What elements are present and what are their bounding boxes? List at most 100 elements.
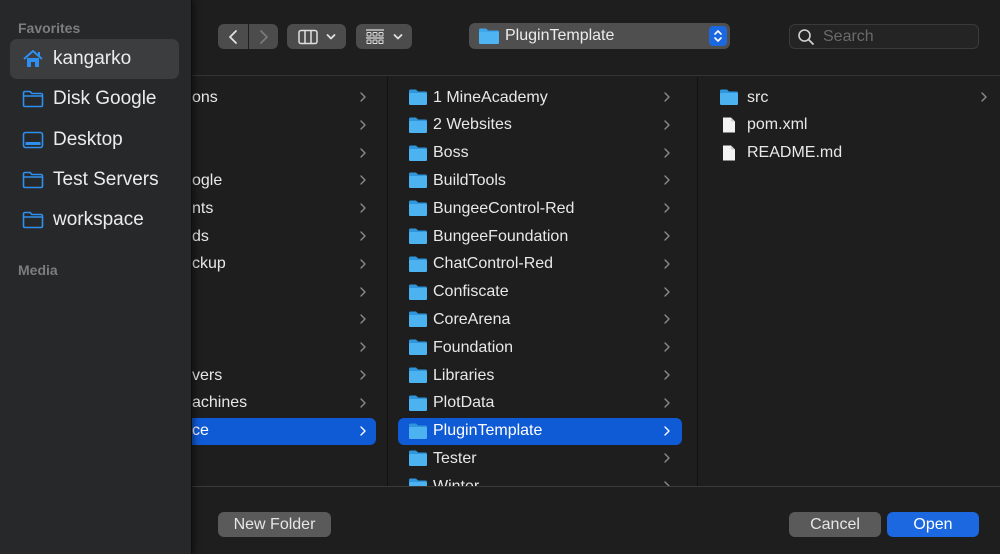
forward-button[interactable] (249, 24, 278, 49)
folder-row[interactable]: ons (192, 84, 376, 111)
chevron-right-icon (360, 203, 366, 213)
folder-row[interactable]: achines (192, 390, 376, 417)
search-icon (798, 28, 814, 45)
row-label: ds (192, 227, 209, 245)
folder-icon (409, 367, 427, 383)
folder-icon (720, 89, 738, 105)
column-browser: ons ogle nts ds ckup vers achines ce 1 MineAcad… (192, 77, 1000, 486)
new-folder-button[interactable]: New Folder (218, 512, 331, 537)
row-label: Confiscate (433, 283, 509, 301)
folder-icon (409, 200, 427, 217)
row-label: BungeeFoundation (433, 227, 569, 245)
chevron-right-icon (360, 370, 366, 380)
folder-row[interactable] (192, 334, 376, 361)
folder-icon (409, 423, 427, 439)
row-label: README.md (747, 144, 843, 162)
row-label: PlotData (433, 394, 495, 412)
folder-row[interactable] (192, 112, 376, 139)
folder-row[interactable] (192, 140, 376, 167)
folder-row[interactable]: 1 MineAcademy (398, 84, 682, 111)
column-2[interactable]: 1 MineAcademy 2 Websites Boss BuildTools Bun… (389, 77, 698, 486)
file-icon (723, 117, 735, 133)
folder-row[interactable]: CoreArena (398, 306, 682, 333)
folder-row[interactable]: BuildTools (398, 167, 682, 194)
sidebar-item-label: workspace (53, 209, 144, 230)
chevron-right-icon (664, 370, 670, 380)
column-1[interactable]: ons ogle nts ds ckup vers achines ce (192, 77, 388, 486)
folder-icon (22, 171, 44, 189)
chevron-right-icon (360, 342, 366, 352)
folder-row[interactable]: nts (192, 195, 376, 222)
chevron-right-icon (360, 286, 366, 297)
folder-row[interactable]: vers (192, 362, 376, 389)
chevron-left-icon (229, 29, 237, 44)
folder-row[interactable]: 2 Websites (398, 112, 682, 139)
chevron-right-icon (360, 120, 366, 130)
chevron-right-icon (360, 314, 366, 325)
row-label: Winter (433, 478, 479, 486)
sidebar-item-label: kangarko (53, 48, 132, 69)
folder-row[interactable]: PluginTemplate (398, 417, 682, 445)
sidebar-item-workspace[interactable]: workspace (10, 200, 179, 240)
view-mode-button[interactable] (287, 24, 346, 49)
folder-row[interactable]: Tester (398, 445, 682, 472)
folder-row[interactable] (192, 306, 376, 333)
sidebar-item-disk-google[interactable]: Disk Google (10, 79, 179, 119)
folder-row[interactable]: Winter (398, 473, 682, 486)
grid-group-icon (366, 28, 384, 44)
open-button[interactable]: Open (887, 512, 979, 537)
folder-icon (409, 228, 427, 244)
row-label: ChatControl-Red (433, 255, 554, 273)
folder-row[interactable] (192, 279, 376, 306)
folder-row[interactable]: Libraries (398, 362, 682, 389)
file-row[interactable]: README.md (710, 140, 995, 167)
folder-row[interactable]: ogle (192, 167, 376, 194)
chevron-right-icon (360, 259, 366, 269)
folder-row[interactable]: Confiscate (398, 279, 682, 306)
folder-icon (409, 89, 427, 105)
row-label: BungeeControl-Red (433, 199, 575, 217)
folder-row[interactable]: ckup (192, 251, 376, 278)
search-field[interactable] (789, 24, 979, 49)
back-button[interactable] (218, 24, 248, 49)
chevron-right-icon (664, 259, 670, 269)
folder-row[interactable]: ChatControl-Red (398, 251, 682, 278)
folder-icon (22, 211, 44, 229)
chevron-right-icon (360, 231, 366, 241)
folder-row[interactable]: BungeeFoundation (398, 223, 682, 250)
search-input[interactable] (823, 27, 973, 46)
folder-icon (409, 395, 427, 411)
row-label: Boss (433, 144, 469, 162)
path-popup-label: PluginTemplate (505, 27, 615, 44)
folder-row[interactable]: BungeeControl-Red (398, 195, 682, 222)
folder-icon (409, 284, 427, 300)
folder-row[interactable]: Foundation (398, 334, 682, 361)
column-3[interactable]: src pom.xml README.md (699, 77, 1000, 486)
folder-icon (479, 28, 499, 44)
chevron-right-icon (664, 342, 670, 352)
row-label: Foundation (433, 338, 514, 356)
file-row[interactable]: pom.xml (710, 112, 995, 139)
folder-row[interactable]: ce (192, 417, 376, 445)
updown-stepper-icon (709, 26, 727, 46)
chevron-right-icon (664, 175, 670, 186)
folder-row[interactable]: src (710, 84, 995, 111)
cancel-button[interactable]: Cancel (789, 512, 881, 537)
row-label: Tester (433, 449, 477, 467)
sidebar-item-desktop[interactable]: Desktop (10, 120, 179, 160)
folder-icon (409, 450, 427, 467)
group-by-button[interactable] (356, 24, 412, 49)
folder-row[interactable]: PlotData (398, 390, 682, 417)
chevron-right-icon (664, 453, 670, 464)
row-label: src (747, 88, 769, 106)
folder-row[interactable]: Boss (398, 140, 682, 167)
chevron-right-icon (981, 92, 987, 102)
browser-main: PluginTemplate ons ogle nts ds ckup vers achin… (192, 0, 1000, 554)
folder-icon (409, 117, 427, 133)
file-icon (723, 145, 735, 161)
folder-row[interactable]: ds (192, 223, 376, 250)
path-popup[interactable]: PluginTemplate (469, 23, 730, 49)
chevron-right-icon (360, 92, 366, 102)
sidebar-item-test-servers[interactable]: Test Servers (10, 160, 179, 200)
sidebar-item-kangarko[interactable]: kangarko (10, 39, 179, 79)
